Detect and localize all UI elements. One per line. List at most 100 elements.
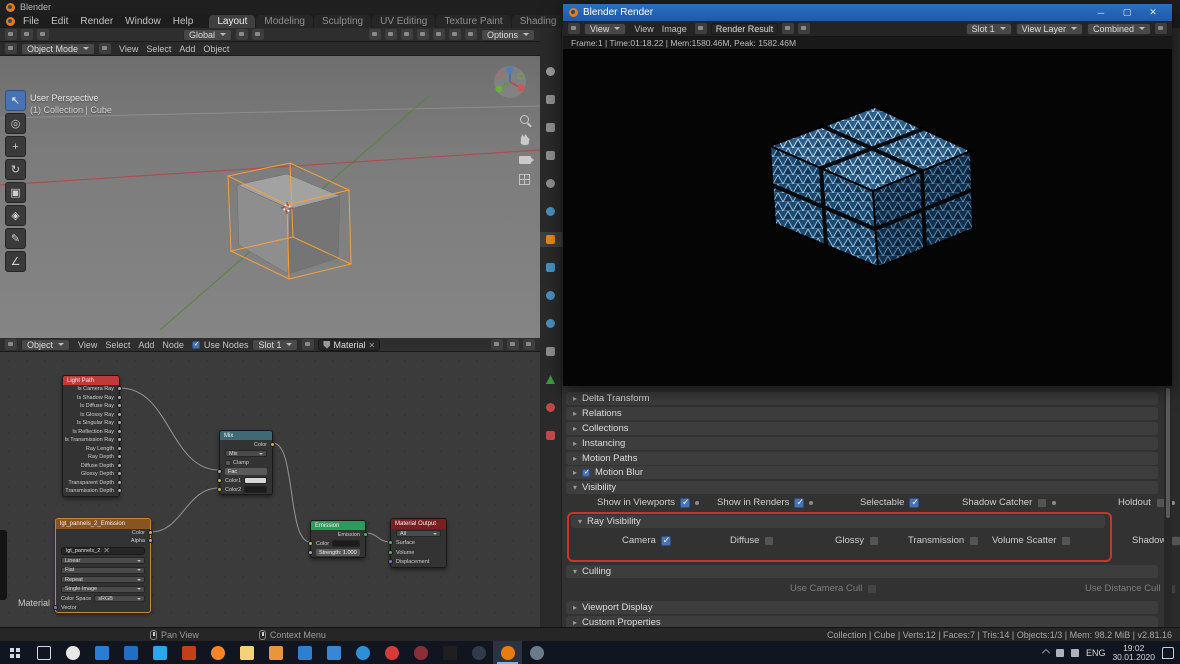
input-socket[interactable] (388, 540, 393, 546)
input-socket[interactable] (388, 559, 393, 565)
close-button[interactable]: ✕ (1140, 4, 1166, 21)
properties-section-header[interactable]: Motion Paths (566, 452, 1158, 465)
properties-tab[interactable] (539, 232, 562, 247)
option-checkbox[interactable] (764, 535, 775, 546)
output-socket[interactable] (117, 428, 122, 434)
properties-tab[interactable] (540, 344, 562, 359)
output-socket[interactable] (117, 462, 122, 468)
properties-section-header[interactable]: Viewport Display (566, 601, 1158, 614)
tray-volume-icon[interactable] (1070, 648, 1079, 657)
render-slot-dropdown[interactable]: Slot 1 (965, 22, 1012, 35)
image-mode-dropdown[interactable]: View (584, 22, 627, 35)
tray-chevron-icon[interactable] (1041, 648, 1051, 657)
node-material-output[interactable]: Material Output All Surface Volume Displ… (388, 518, 447, 568)
camera-view-icon[interactable] (517, 152, 534, 167)
viewport-tool-button[interactable]: ◈ (5, 205, 26, 226)
tray-language[interactable]: ENG (1086, 648, 1106, 658)
viewport-menu-item[interactable]: Select (142, 44, 175, 54)
sidebar-tab-handle[interactable] (0, 530, 7, 600)
option-checkbox[interactable] (1037, 497, 1048, 508)
viewport-menu-item[interactable]: Add (175, 44, 199, 54)
open-image-icon[interactable] (798, 23, 811, 34)
extension-dropdown[interactable]: Repeat (61, 576, 145, 584)
properties-tab[interactable] (540, 316, 562, 331)
strength-slider[interactable]: Strength: 1.000 (316, 549, 360, 556)
taskbar-app-button[interactable] (261, 641, 290, 664)
minimize-button[interactable]: ─ (1088, 4, 1114, 21)
input-socket[interactable] (217, 477, 222, 483)
viewport-tool-button[interactable]: ∠ (5, 251, 26, 272)
interpolation-dropdown[interactable]: Linear (61, 557, 145, 565)
input-socket[interactable] (217, 486, 222, 492)
display-channels-icon[interactable] (1155, 23, 1167, 34)
output-socket[interactable] (117, 394, 122, 400)
color2-swatch[interactable] (244, 486, 267, 493)
image-editor-menu-item[interactable]: Image (658, 24, 691, 34)
input-socket[interactable] (308, 549, 313, 555)
properties-tab[interactable] (540, 288, 562, 303)
navigation-gizmo[interactable] (492, 64, 528, 100)
taskbar-app-button[interactable] (29, 641, 58, 664)
animate-dot-icon[interactable] (694, 500, 699, 505)
taskbar-app-button[interactable] (87, 641, 116, 664)
transform-orientation-dropdown[interactable]: Global (183, 28, 233, 41)
properties-section-visibility[interactable]: Visibility (566, 481, 1158, 494)
taskbar-app-button[interactable] (58, 641, 87, 664)
input-socket[interactable] (53, 604, 58, 610)
slot-dropdown[interactable]: Slot 1 (252, 338, 299, 351)
shading-rendered-icon[interactable] (464, 29, 477, 40)
output-socket[interactable] (148, 538, 153, 543)
fac-slider[interactable]: Fac (225, 468, 267, 475)
snap-magnet-icon[interactable] (236, 29, 249, 40)
node-editor-menu-item[interactable]: View (74, 340, 101, 350)
viewport-tool-button[interactable]: ◎ (5, 113, 26, 134)
viewport-tool-button[interactable]: + (5, 136, 26, 157)
image-editor-menu-item[interactable]: View (630, 24, 657, 34)
mode-history-icon[interactable] (99, 43, 112, 54)
projection-dropdown[interactable]: Flat (61, 566, 145, 574)
output-socket[interactable] (363, 531, 368, 537)
output-socket[interactable] (117, 411, 122, 417)
render-pass-dropdown[interactable]: Combined (1086, 22, 1151, 35)
material-name-field[interactable]: Material (318, 338, 381, 351)
taskbar-app-button[interactable] (319, 641, 348, 664)
properties-section-culling[interactable]: Culling (566, 565, 1158, 578)
snapping-icon[interactable] (507, 339, 519, 350)
blender-app-menu-icon[interactable] (6, 16, 15, 26)
mode-dropdown[interactable]: Object Mode (21, 42, 96, 55)
input-socket[interactable] (308, 540, 313, 546)
maximize-button[interactable]: ▢ (1114, 4, 1140, 21)
unlink-material-icon[interactable] (368, 340, 375, 350)
taskbar-app-button[interactable] (435, 641, 464, 664)
shading-material-icon[interactable] (448, 29, 461, 40)
emission-color-swatch[interactable] (332, 540, 360, 547)
animate-dot-icon[interactable] (809, 500, 814, 505)
render-window-titlebar[interactable]: Blender Render ─ ▢ ✕ (563, 4, 1172, 21)
node-editor-menu-item[interactable]: Select (101, 340, 134, 350)
animate-dot-icon[interactable] (1052, 500, 1057, 505)
node-editor-menu-item[interactable]: Node (158, 340, 188, 350)
show-overlays-icon[interactable] (384, 29, 397, 40)
node-image-texture[interactable]: lgt_pannels_2_Emission Color Alpha lgt_p… (53, 518, 153, 613)
topbar-menu-item[interactable]: Window (119, 16, 167, 27)
taskbar-app-button[interactable] (0, 641, 29, 664)
blend-mode-dropdown[interactable]: Mix (225, 450, 267, 457)
render-result-canvas[interactable] (563, 49, 1172, 386)
viewport-tool-button[interactable]: ▣ (5, 182, 26, 203)
properties-tab[interactable] (540, 64, 562, 79)
viewport-tool-button[interactable]: ↖ (5, 90, 26, 111)
viewport-tool-button[interactable]: ✎ (5, 228, 26, 249)
shader-type-dropdown[interactable]: Object (21, 338, 71, 351)
output-socket[interactable] (117, 479, 122, 485)
node-emission[interactable]: Emission Emission Color Strength: 1.000 (308, 520, 368, 558)
properties-tab[interactable] (540, 372, 562, 387)
zoom-icon[interactable] (517, 112, 532, 127)
notification-center-icon[interactable] (1162, 646, 1174, 659)
taskbar-app-button[interactable] (348, 641, 377, 664)
image-browse-icon[interactable] (694, 23, 707, 34)
output-socket[interactable] (270, 441, 275, 447)
workspace-tab[interactable]: Modeling (256, 15, 313, 28)
option-checkbox[interactable] (679, 497, 690, 508)
material-preview-icon[interactable] (302, 339, 315, 350)
input-socket[interactable] (217, 468, 222, 474)
